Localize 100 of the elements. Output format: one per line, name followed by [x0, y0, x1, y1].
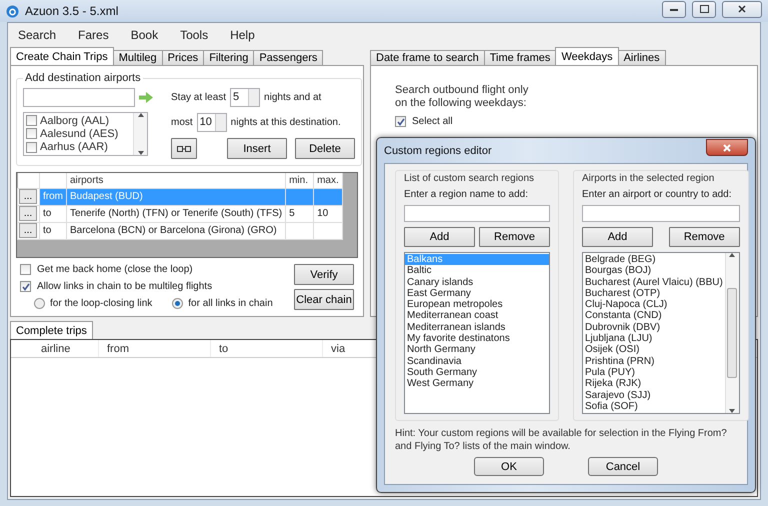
list-action-button[interactable]: Remove — [668, 227, 740, 247]
row-edit-button[interactable]: ... — [19, 189, 37, 204]
list-item[interactable]: Mediterranean islands — [405, 322, 549, 334]
list-box[interactable]: Balkans Baltic Canary islands East Germany European metropoles Mediterranean coast Mediterranean islands My favorite destinatons North Germany Scandinavia South Germany West Germany — [404, 252, 550, 414]
list-action-button[interactable]: Add — [582, 227, 653, 247]
table-cell: 10 — [314, 205, 342, 222]
list-item[interactable]: Prishtina (PRN) — [583, 356, 725, 367]
list-item[interactable]: East Germany — [405, 288, 549, 300]
list-action-button[interactable]: Remove — [479, 227, 550, 247]
chain-button[interactable]: Clear chain — [294, 289, 354, 310]
menu-item[interactable]: Fares — [78, 28, 109, 42]
menu-item[interactable]: Book — [130, 28, 158, 42]
hint-text: Hint: Your custom regions will be available for selection in the Flying From? and Flying To? lists of the main window. — [395, 427, 728, 453]
menu-item[interactable]: Tools — [180, 28, 208, 42]
close-button[interactable] — [722, 0, 762, 18]
link-button[interactable] — [171, 138, 197, 159]
airport-label: Aalesund (AES) — [40, 128, 118, 140]
tab[interactable]: Airlines — [618, 50, 666, 65]
input-field[interactable] — [404, 205, 550, 222]
list-item[interactable]: West Germany — [405, 378, 549, 390]
list-item[interactable]: Bourgas (BOJ) — [583, 265, 725, 277]
airport-label: Aalborg (AAL) — [40, 114, 110, 127]
radio-button[interactable] — [172, 298, 184, 309]
scroll-up-icon[interactable] — [138, 113, 144, 117]
list-item[interactable]: European metropoles — [405, 299, 549, 310]
checkbox-label: Allow links in chain to be multileg flights — [37, 281, 212, 292]
list-item[interactable]: Dubrovnik (DBV) — [583, 322, 725, 334]
dialog-button[interactable]: OK — [474, 457, 544, 476]
list-item[interactable]: Sofia (SOF) — [583, 400, 725, 412]
list-item[interactable]: Ljubljana (LJU) — [583, 333, 725, 344]
checkbox[interactable] — [20, 264, 31, 275]
list-item[interactable]: Baltic — [405, 265, 549, 277]
list-item[interactable]: Belgrade (BEG) — [583, 254, 725, 266]
chain-link-icon — [177, 146, 191, 152]
radio-label: for all links in chain — [188, 298, 273, 309]
scroll-up-icon[interactable] — [729, 253, 736, 257]
checkbox[interactable] — [26, 142, 37, 153]
scroll-down-icon[interactable] — [729, 409, 736, 413]
airport-search-field[interactable] — [23, 88, 135, 107]
scroll-down-icon[interactable] — [138, 151, 144, 155]
column-header: max. — [314, 173, 342, 188]
dialog-button[interactable]: Cancel — [588, 457, 658, 476]
nights-label: nights and at — [264, 92, 322, 103]
list-item[interactable]: Bucharest (Aurel Vlaicu) (BBU) — [583, 276, 725, 288]
tab[interactable]: Filtering — [203, 50, 254, 65]
tab[interactable]: Time frames — [484, 50, 556, 65]
list-item[interactable]: Bucharest (OTP) — [583, 288, 725, 300]
group-title: Add destination airports — [24, 72, 142, 84]
row-edit-button[interactable]: ... — [19, 223, 37, 238]
column-header: min. — [286, 173, 314, 188]
tab[interactable]: Prices — [162, 50, 204, 65]
airport-checklist[interactable]: Aalborg (AAL) Aalesund (AES) Aarhus (AAR) — [23, 112, 148, 156]
tab[interactable]: Passengers — [253, 50, 324, 65]
minimize-button[interactable] — [662, 0, 686, 18]
dialog-title: Custom regions editor — [384, 144, 492, 156]
list-item[interactable]: Osijek (OSI) — [583, 344, 725, 356]
close-button[interactable] — [706, 139, 748, 156]
list-item[interactable]: Rijeka (RJK) — [583, 378, 725, 390]
scrollbar[interactable] — [724, 253, 739, 413]
tab[interactable]: Date frame to search — [370, 50, 485, 65]
table-cell: from — [40, 188, 66, 205]
input-field[interactable] — [582, 205, 740, 222]
table-cell — [314, 222, 342, 239]
list-item[interactable]: Cluj-Napoca (CLJ) — [583, 299, 725, 310]
row-edit-button[interactable]: ... — [19, 206, 37, 221]
tab[interactable]: Create Chain Trips — [10, 47, 114, 65]
spin-field[interactable]: 10 — [196, 113, 227, 132]
column-header: airports — [66, 173, 286, 188]
tab[interactable]: Weekdays — [555, 47, 619, 65]
chain-button[interactable]: Verify — [294, 264, 354, 285]
stay-label: Stay at least — [171, 92, 226, 103]
chain-action-button[interactable]: Insert — [227, 138, 287, 159]
weekdays-prompt: Search outbound flight only on the following weekdays: — [395, 84, 530, 110]
checkbox[interactable] — [20, 281, 31, 292]
most-label: most — [171, 117, 193, 128]
list-item[interactable]: Sarajevo (SJJ) — [583, 390, 725, 401]
list-action-button[interactable]: Add — [404, 227, 475, 247]
tab[interactable]: Complete trips — [10, 321, 93, 339]
checkbox[interactable] — [395, 116, 406, 127]
checkbox[interactable] — [26, 128, 37, 140]
menu-item[interactable]: Help — [230, 28, 255, 42]
scrollbar[interactable] — [133, 113, 147, 155]
list-item[interactable]: Constanta (CND) — [583, 310, 725, 322]
list-item[interactable]: Canary islands — [405, 276, 549, 288]
list-item[interactable]: South Germany — [405, 366, 549, 378]
spin-field[interactable]: 5 — [230, 88, 260, 107]
table-cell: Tenerife (North) (TFN) or Tenerife (South) (TFS) — [66, 205, 286, 222]
checkbox[interactable] — [26, 115, 37, 126]
close-icon — [738, 5, 746, 13]
radio-button[interactable] — [34, 298, 45, 309]
list-item[interactable]: Scandinavia — [405, 356, 549, 367]
list-item[interactable]: Pula (PUY) — [583, 366, 725, 378]
chain-action-button[interactable]: Delete — [295, 138, 355, 159]
table-cell — [286, 222, 314, 239]
tab[interactable]: Multileg — [112, 50, 163, 65]
group-title: Airports in the selected region — [582, 173, 716, 184]
list-box[interactable] — [582, 252, 740, 414]
maximize-button[interactable] — [692, 0, 716, 18]
list-item[interactable]: Mediterranean coast — [405, 310, 549, 322]
menu-item[interactable]: Search — [18, 28, 56, 42]
